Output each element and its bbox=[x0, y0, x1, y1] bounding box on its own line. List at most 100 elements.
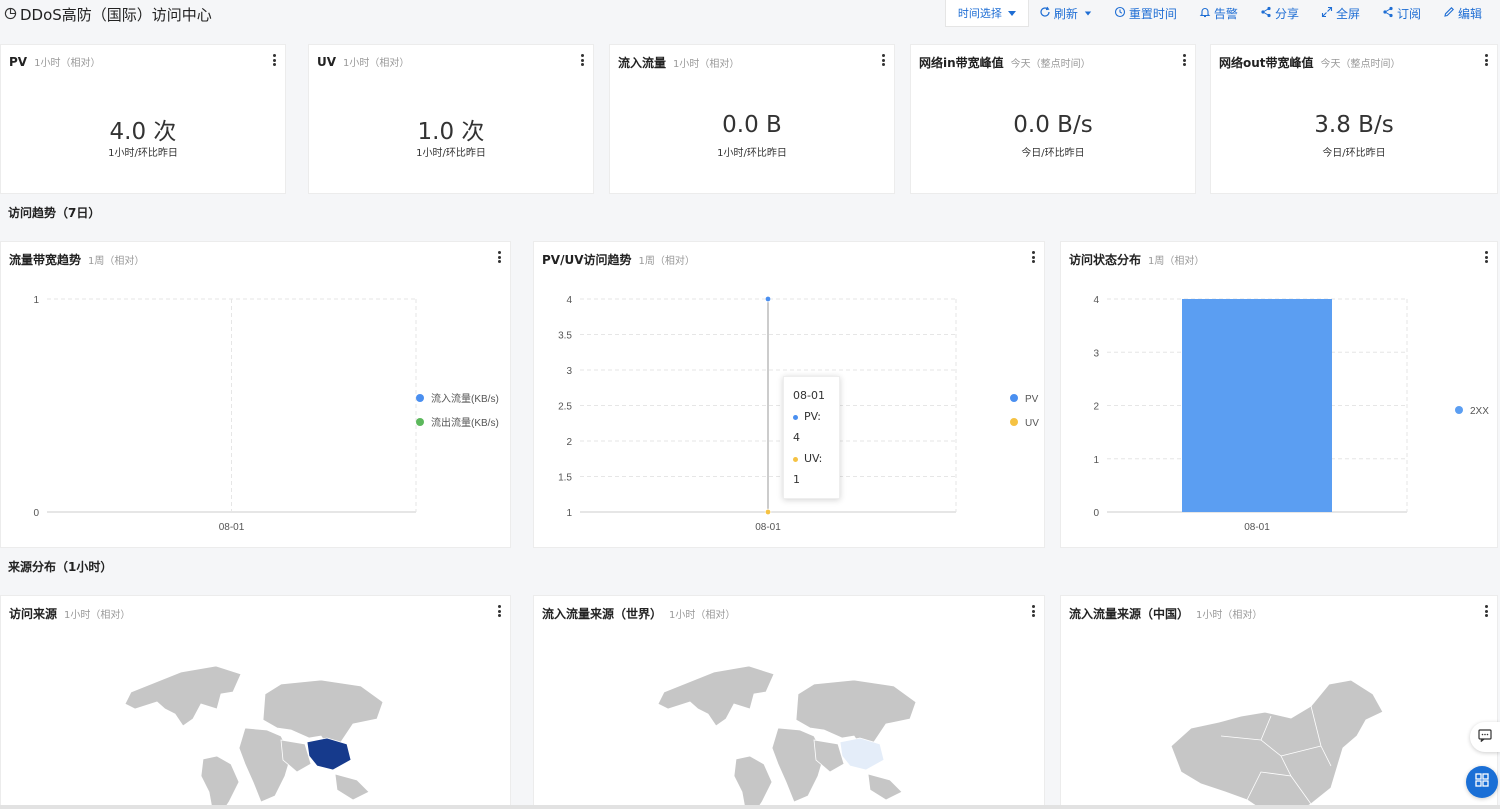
reset-time-label: 重置时间 bbox=[1128, 6, 1177, 21]
pv-dot-icon bbox=[793, 414, 798, 420]
feedback-button[interactable] bbox=[1470, 722, 1500, 752]
kpi-compare: 今日/环比昨日 bbox=[1021, 148, 1085, 159]
status-chart: 0 1 2 3 4 08-01 2XX bbox=[1093, 295, 1489, 533]
more-menu-icon[interactable] bbox=[581, 54, 585, 68]
x-tick-label: 08-01 bbox=[1244, 522, 1270, 533]
more-menu-icon[interactable] bbox=[1183, 54, 1187, 68]
section-title-trend: 访问趋势（7日） bbox=[8, 206, 101, 220]
card-title-text: 流入流量来源（世界） bbox=[542, 607, 663, 621]
bar-2XX bbox=[1182, 299, 1332, 512]
legend-label: UV bbox=[1025, 418, 1039, 429]
legend-label: PV bbox=[1025, 394, 1039, 405]
section-title-source: 来源分布（1小时） bbox=[8, 560, 113, 574]
reset-time-button[interactable]: 重置时间 bbox=[1114, 5, 1177, 22]
fullscreen-button[interactable]: 全屏 bbox=[1321, 5, 1360, 22]
card-subtitle: 今天（整点时间） bbox=[1010, 59, 1091, 70]
y-tick-label: 2 bbox=[1093, 402, 1099, 413]
legend-marker-2XX bbox=[1455, 406, 1463, 414]
more-menu-icon[interactable] bbox=[1032, 605, 1036, 619]
top-bar: DDoS高防（国际）访问中心 时间选择 刷新 重置时间 告警 分享 全屏 订阅 … bbox=[0, 0, 1500, 28]
edit-button[interactable]: 编辑 bbox=[1443, 5, 1482, 22]
map-card-china: 流入流量来源（中国） 1小时（相对） bbox=[1060, 595, 1498, 809]
card-title-text: 流入流量 bbox=[618, 56, 667, 70]
more-menu-icon[interactable] bbox=[273, 54, 277, 68]
pencil-icon bbox=[1443, 6, 1455, 21]
grid-apps-icon bbox=[1474, 772, 1490, 792]
kpi-value: 1.0 次 bbox=[417, 119, 485, 145]
legend-label: 2XX bbox=[1470, 406, 1489, 417]
card-title-text: 流入流量来源（中国） bbox=[1069, 607, 1190, 621]
card-title: 流入流量 1小时（相对） bbox=[618, 54, 739, 71]
share-button[interactable]: 分享 bbox=[1260, 5, 1299, 22]
legend-marker-流入流量(KB/s) bbox=[416, 394, 424, 402]
x-tick-label: 08-01 bbox=[219, 522, 245, 533]
card-title: 网络out带宽峰值 今天（整点时间） bbox=[1219, 54, 1401, 71]
y-tick-label: 3 bbox=[1093, 348, 1099, 359]
time-select-label: 时间选择 bbox=[957, 7, 1002, 20]
point-UV bbox=[764, 508, 772, 516]
y-tick-label: 0 bbox=[1093, 508, 1099, 519]
card-title: PV 1小时（相对） bbox=[9, 54, 100, 69]
kpi-value: 3.8 B/s bbox=[1314, 112, 1394, 138]
bottom-scrollbar[interactable] bbox=[0, 805, 1500, 809]
y-tick-label: 1.5 bbox=[558, 473, 572, 484]
more-menu-icon[interactable] bbox=[1485, 54, 1489, 68]
kpi-compare: 今日/环比昨日 bbox=[1322, 148, 1386, 159]
kpi-compare: 1小时/环比昨日 bbox=[717, 148, 787, 159]
card-title-text: 访问来源 bbox=[9, 607, 58, 621]
world-map bbox=[124, 665, 384, 808]
more-menu-icon[interactable] bbox=[1485, 605, 1489, 619]
subscribe-button[interactable]: 订阅 bbox=[1382, 5, 1421, 22]
card-title: UV 1小时（相对） bbox=[317, 54, 409, 69]
x-tick-label: 08-01 bbox=[755, 522, 781, 533]
y-tick-label: 2.5 bbox=[558, 402, 572, 413]
chart-card-bandwidth: 流量带宽趋势 1周（相对） 0 1 08-01 流入流量(KB/s) 流出流量(KB/s) bbox=[0, 241, 511, 548]
legend-marker-流出流量(KB/s) bbox=[416, 418, 424, 426]
fullscreen-label: 全屏 bbox=[1335, 6, 1360, 21]
legend-label: 流入流量(KB/s) bbox=[431, 392, 499, 405]
tooltip-pv-row: PV: 4 bbox=[793, 406, 830, 448]
card-title-text: 网络in带宽峰值 bbox=[919, 56, 1004, 70]
bandwidth-chart: 0 1 08-01 流入流量(KB/s) 流出流量(KB/s) bbox=[33, 295, 499, 533]
card-title: 流入流量来源（中国） 1小时（相对） bbox=[1069, 605, 1262, 622]
legend-marker-UV bbox=[1010, 418, 1018, 426]
refresh-button[interactable]: 刷新 bbox=[1039, 5, 1092, 22]
alert-button[interactable]: 告警 bbox=[1199, 5, 1238, 22]
tooltip-uv-row: UV: 1 bbox=[793, 448, 830, 490]
tooltip-date: 08-01 bbox=[793, 389, 825, 402]
subscribe-label: 订阅 bbox=[1396, 6, 1421, 21]
kpi-value: 0.0 B/s bbox=[1013, 112, 1093, 138]
kpi-value: 4.0 次 bbox=[109, 119, 177, 145]
apps-button[interactable] bbox=[1466, 766, 1498, 798]
y-tick-label: 1 bbox=[566, 508, 572, 519]
y-tick-label: 1 bbox=[33, 295, 39, 306]
china-map bbox=[1170, 679, 1384, 808]
more-menu-icon[interactable] bbox=[498, 605, 502, 619]
dashboard-icon bbox=[4, 6, 17, 24]
kpi-card-pv: PV 1小时（相对） 4.0 次 1小时/环比昨日 bbox=[0, 44, 286, 194]
caret-down-icon bbox=[1084, 11, 1092, 15]
more-menu-icon[interactable] bbox=[882, 54, 886, 68]
legend-label: 流出流量(KB/s) bbox=[431, 416, 499, 429]
time-select-dropdown[interactable]: 时间选择 bbox=[944, 0, 1029, 27]
y-tick-label: 4 bbox=[566, 295, 572, 306]
chart-card-pvuv: PV/UV访问趋势 1周（相对） 1 1.5 2 2.5 3 3.5 4 08-01 PV UV 0… bbox=[533, 241, 1045, 548]
uv-dot-icon bbox=[793, 456, 798, 462]
card-title-text: UV bbox=[317, 55, 337, 69]
caret-down-icon bbox=[1007, 10, 1016, 16]
card-subtitle: 1小时（相对） bbox=[343, 58, 410, 69]
card-title: 网络in带宽峰值 今天（整点时间） bbox=[919, 54, 1091, 71]
kpi-card-bandwidth-in: 网络in带宽峰值 今天（整点时间） 0.0 B/s 今日/环比昨日 bbox=[910, 44, 1196, 194]
china-region bbox=[306, 737, 352, 771]
card-subtitle: 1小时（相对） bbox=[34, 58, 101, 69]
history-icon bbox=[1114, 6, 1126, 21]
kpi-compare: 1小时/环比昨日 bbox=[416, 148, 486, 159]
card-title: 访问来源 1小时（相对） bbox=[9, 605, 130, 622]
y-tick-label: 4 bbox=[1093, 295, 1099, 306]
subscribe-icon bbox=[1382, 6, 1394, 21]
world-map bbox=[657, 665, 917, 808]
kpi-card-uv: UV 1小时（相对） 1.0 次 1小时/环比昨日 bbox=[308, 44, 594, 194]
card-title-text: PV bbox=[9, 55, 28, 69]
page-title: DDoS高防（国际）访问中心 bbox=[4, 4, 212, 25]
legend-marker-PV bbox=[1010, 394, 1018, 402]
